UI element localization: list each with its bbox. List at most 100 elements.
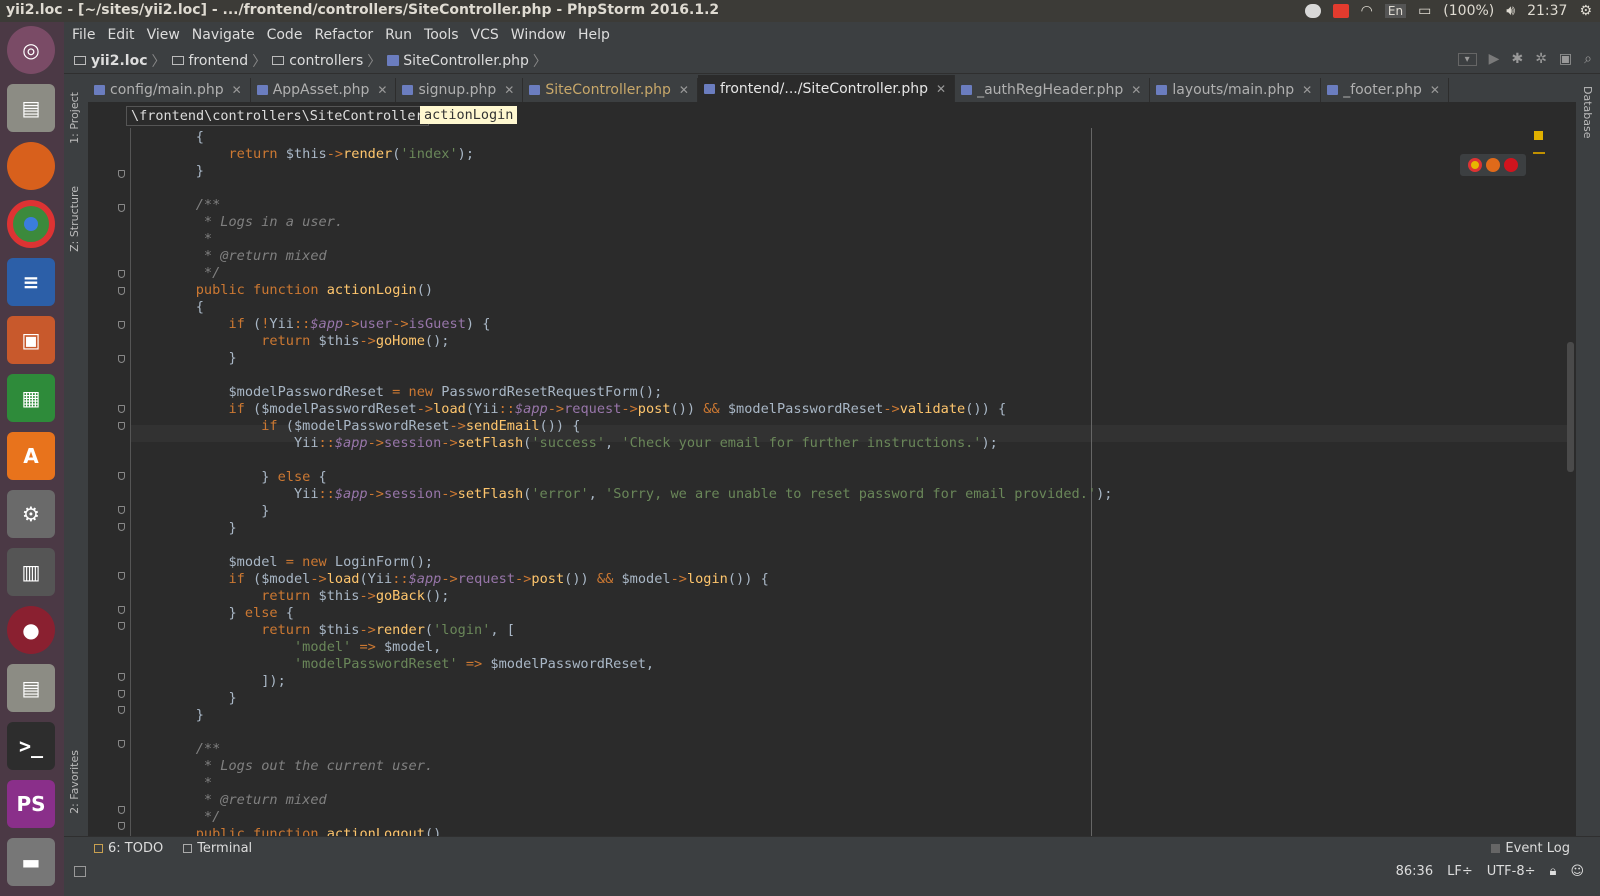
close-icon[interactable]: ✕ [1430,83,1440,97]
volume-icon[interactable]: 🔊︎ [1506,3,1515,19]
fold-marker-icon[interactable] [118,405,125,413]
close-icon[interactable]: ✕ [679,83,689,97]
coverage-icon[interactable]: ✲ [1535,51,1547,67]
battery-icon[interactable]: ▭ [1418,3,1431,19]
phpstorm-icon[interactable]: PS [7,780,55,828]
code-line[interactable]: return $this->goHome(); [163,333,1112,350]
chrome-icon[interactable] [7,200,55,248]
code-editor[interactable]: \frontend\controllers\SiteController act… [88,102,1576,836]
editor-crumb-method[interactable]: actionLogin [420,106,518,124]
menu-run[interactable]: Run [385,27,412,43]
database-tool-tab[interactable]: Database [1581,86,1594,139]
tool-windows-toggle-icon[interactable] [74,866,86,877]
ubuntu-dash-icon[interactable]: ◎ [7,26,55,74]
code-line[interactable]: /** [163,197,1112,214]
fold-marker-icon[interactable] [118,822,125,830]
search-icon[interactable]: ⌕ [1584,51,1592,67]
fold-marker-icon[interactable] [118,706,125,714]
fold-marker-icon[interactable] [118,673,125,681]
tab-signup[interactable]: signup.php ✕ [396,78,524,102]
code-line[interactable]: if ($modelPasswordReset->sendEmail()) { [163,418,1112,435]
stop-icon[interactable]: ▣ [1559,51,1572,67]
impress-icon[interactable]: ▣ [7,316,55,364]
menu-view[interactable]: View [147,27,180,43]
fold-marker-icon[interactable] [118,204,125,212]
code-line[interactable]: */ [163,809,1112,826]
code-line[interactable]: } [163,690,1112,707]
code-line[interactable]: return $this->render('login', [ [163,622,1112,639]
menu-code[interactable]: Code [267,27,303,43]
chrome-preview-icon[interactable] [1468,158,1482,172]
code-line[interactable]: } [163,163,1112,180]
fold-marker-icon[interactable] [118,806,125,814]
fold-marker-icon[interactable] [118,422,125,430]
code-line[interactable]: * [163,775,1112,792]
code-line[interactable]: * @return mixed [163,248,1112,265]
code-line[interactable]: { [163,129,1112,146]
menu-edit[interactable]: Edit [107,27,134,43]
breadcrumb-controllers[interactable]: controllers 〉 [272,51,387,71]
lock-icon[interactable]: 🔒︎ [1550,864,1557,879]
menu-file[interactable]: File [72,27,95,43]
code-line[interactable]: Yii::$app->session->setFlash('success', … [163,435,1112,452]
code-line[interactable]: if ($modelPasswordReset->load(Yii::$app-… [163,401,1112,418]
code-line[interactable] [163,180,1112,197]
fold-marker-icon[interactable] [118,355,125,363]
tab-appasset[interactable]: AppAsset.php ✕ [251,78,397,102]
files-icon[interactable]: ▤ [7,84,55,132]
close-icon[interactable]: ✕ [936,82,946,96]
firefox-icon[interactable] [7,142,55,190]
code-line[interactable] [163,724,1112,741]
tab-config-main[interactable]: config/main.php ✕ [88,78,251,102]
code-line[interactable]: public function actionLogin() [163,282,1112,299]
close-icon[interactable]: ✕ [232,83,242,97]
clock[interactable]: 21:37 [1527,3,1567,19]
workspace-switcher-icon[interactable]: ▥ [7,548,55,596]
breadcrumb-project[interactable]: yii2.loc 〉 [64,51,172,71]
menu-navigate[interactable]: Navigate [192,27,255,43]
event-log-button[interactable]: Event Log [1491,841,1570,856]
fold-marker-icon[interactable] [118,740,125,748]
debug-icon[interactable]: ✱ [1511,51,1523,67]
caret-position[interactable]: 86:36 [1396,864,1433,879]
code-line[interactable] [163,452,1112,469]
tab-footer[interactable]: _footer.php ✕ [1321,78,1449,102]
fold-marker-icon[interactable] [118,622,125,630]
editor-crumb-class[interactable]: \frontend\controllers\SiteController [126,106,429,126]
code-line[interactable]: } else { [163,469,1112,486]
leaf-icon[interactable] [1304,4,1321,18]
structure-tool-tab[interactable]: Z: Structure [68,186,81,252]
hector-icon[interactable]: ☺ [1570,864,1584,879]
opera-preview-icon[interactable] [1504,158,1518,172]
run-icon[interactable]: ▶ [1489,51,1500,67]
code-line[interactable]: Yii::$app->session->setFlash('error', 'S… [163,486,1113,503]
calc-icon[interactable]: ▦ [7,374,55,422]
code-line[interactable]: */ [163,265,1112,282]
record-icon[interactable] [1332,4,1349,18]
writer-icon[interactable]: ≡ [7,258,55,306]
code-line[interactable]: if (!Yii::$app->user->isGuest) { [163,316,1112,333]
menu-vcs[interactable]: VCS [471,27,499,43]
code-line[interactable]: } else { [163,605,1112,622]
code-line[interactable]: $modelPasswordReset = new PasswordResetR… [163,384,1112,401]
code-line[interactable]: { [163,299,1112,316]
code-line[interactable]: * Logs in a user. [163,214,1112,231]
menu-tools[interactable]: Tools [424,27,459,43]
code-line[interactable] [163,367,1112,384]
tab-layouts-main[interactable]: layouts/main.php ✕ [1150,78,1322,102]
code-line[interactable]: * Logs out the current user. [163,758,1112,775]
fold-marker-icon[interactable] [118,572,125,580]
fold-marker-icon[interactable] [118,321,125,329]
software-center-icon[interactable]: A [7,432,55,480]
fold-marker-icon[interactable] [118,690,125,698]
code-line[interactable]: * @return mixed [163,792,1112,809]
tab-authregheader[interactable]: _authRegHeader.php ✕ [955,78,1151,102]
terminal-icon[interactable]: >_ [7,722,55,770]
project-tool-tab[interactable]: 1: Project [68,92,81,144]
fold-marker-icon[interactable] [118,472,125,480]
screen-recorder-icon[interactable]: ● [7,606,55,654]
code-line[interactable]: } [163,350,1112,367]
todo-tool-button[interactable]: 6: TODO [94,841,163,856]
fold-marker-icon[interactable] [118,170,125,178]
editor-gutter[interactable] [88,128,131,836]
